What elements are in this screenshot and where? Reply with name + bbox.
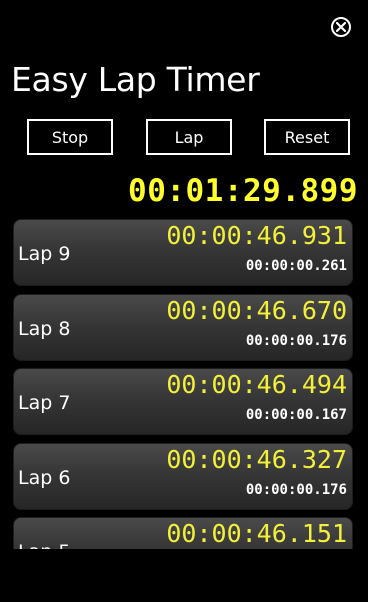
lap-label: Lap 9 — [18, 243, 71, 265]
app-title: Easy Lap Timer — [11, 60, 260, 99]
lap-item: Lap 9 00:00:46.931 00:00:00.261 — [13, 219, 353, 286]
lap-item: Lap 5 00:00:46.151 — [13, 517, 353, 549]
lap-label: Lap 7 — [18, 392, 71, 414]
lap-total-time: 00:00:46.670 — [166, 296, 347, 325]
lap-total-time: 00:00:46.151 — [166, 519, 347, 548]
lap-list[interactable]: Lap 9 00:00:46.931 00:00:00.261 Lap 8 00… — [0, 217, 368, 549]
lap-item: Lap 8 00:00:46.670 00:00:00.176 — [13, 294, 353, 361]
lap-button[interactable]: Lap — [146, 119, 232, 155]
lap-label: Lap 8 — [18, 318, 71, 340]
elapsed-time: 00:01:29.899 — [128, 173, 358, 209]
lap-item: Lap 7 00:00:46.494 00:00:00.167 — [13, 368, 353, 435]
lap-total-time: 00:00:46.327 — [166, 445, 347, 474]
stop-button[interactable]: Stop — [27, 119, 113, 155]
lap-total-time: 00:00:46.494 — [166, 370, 347, 399]
lap-split-time: 00:00:00.176 — [245, 333, 347, 349]
lap-split-time: 00:00:00.176 — [245, 482, 347, 498]
lap-split-time: 00:00:00.167 — [245, 407, 347, 423]
lap-item: Lap 6 00:00:46.327 00:00:00.176 — [13, 443, 353, 510]
app-screen: { "app": { "title": "Easy Lap Timer" }, … — [0, 0, 368, 602]
lap-total-time: 00:00:46.931 — [166, 221, 347, 250]
lap-label: Lap 5 — [18, 540, 70, 549]
close-button[interactable] — [331, 17, 351, 37]
lap-split-time: 00:00:00.261 — [245, 258, 347, 274]
lap-label: Lap 6 — [18, 467, 71, 489]
close-icon — [336, 22, 346, 32]
reset-button[interactable]: Reset — [264, 119, 350, 155]
